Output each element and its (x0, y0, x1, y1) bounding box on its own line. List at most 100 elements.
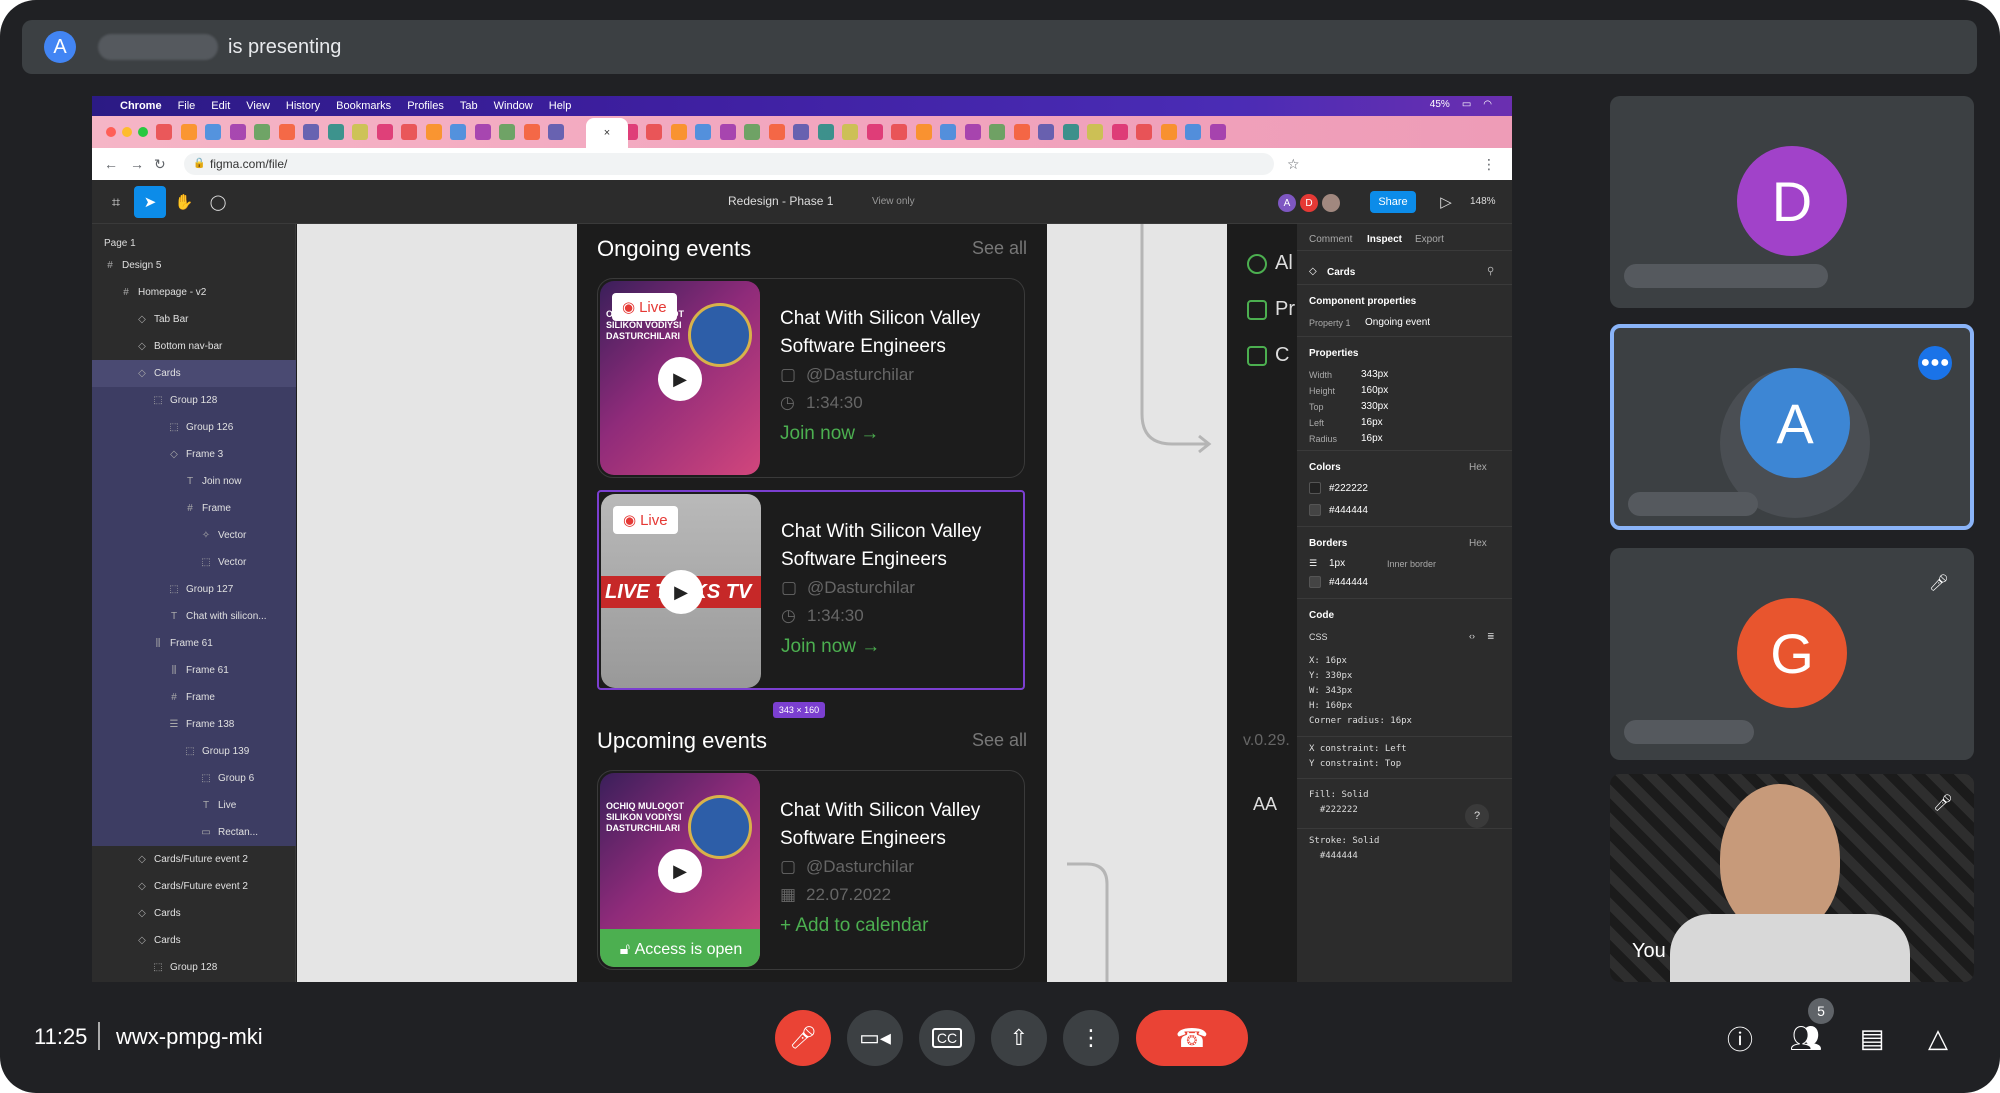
activities-icon[interactable]: △ (1916, 1016, 1960, 1060)
tab-favicon[interactable] (278, 124, 295, 140)
code-view-icon[interactable]: ‹› (1469, 631, 1475, 641)
tab-favicon[interactable] (1111, 124, 1128, 140)
layer-row[interactable]: # Homepage - v2 (92, 279, 296, 306)
captions-button[interactable]: CC (919, 1010, 975, 1066)
layer-row[interactable]: ⬚ Group 127 (92, 576, 296, 603)
color-value[interactable]: #444444 (1329, 505, 1368, 516)
layer-row[interactable]: ✧ Vector (92, 522, 296, 549)
layer-row[interactable]: ⬚ Group 139 (92, 738, 296, 765)
layer-row[interactable]: ◇ Cards/Future event 2 (92, 846, 296, 873)
color-format-select[interactable]: Hex (1469, 462, 1487, 473)
border-color[interactable]: #444444 (1329, 577, 1368, 588)
page-selector[interactable]: Page 1 (104, 238, 136, 249)
tab-favicon[interactable] (474, 124, 491, 140)
tab-favicon[interactable] (670, 124, 687, 140)
url-input[interactable]: 🔒 figma.com/file/ (184, 153, 1274, 175)
layer-row[interactable]: T Join now (92, 468, 296, 495)
layer-row[interactable]: ⬚ Group 6 (92, 765, 296, 792)
code-language-select[interactable]: CSS (1309, 632, 1328, 642)
join-now-link[interactable]: Join now → (780, 423, 879, 445)
tab-inspect[interactable]: Inspect (1367, 234, 1402, 245)
tab-favicon[interactable] (156, 124, 172, 140)
more-options-button[interactable]: ⋮ (1063, 1010, 1119, 1066)
layer-row[interactable]: ◇ Cards/Future event 2 (92, 873, 296, 900)
tab-favicon[interactable] (229, 124, 246, 140)
tab-favicon[interactable] (1185, 124, 1201, 140)
tab-favicon[interactable] (940, 124, 956, 140)
star-icon[interactable]: ☆ (1287, 156, 1300, 173)
play-icon[interactable]: ▶ (658, 357, 702, 401)
zoom-level[interactable]: 148% (1470, 196, 1496, 207)
tab-favicon[interactable] (891, 124, 907, 140)
tab-favicon[interactable] (866, 124, 883, 140)
collaborator-avatar-photo[interactable] (1322, 194, 1340, 212)
help-icon[interactable]: ? (1465, 804, 1489, 828)
chat-icon[interactable]: ▤ (1850, 1016, 1894, 1060)
present-icon[interactable]: ▷ (1430, 186, 1462, 218)
tab-favicon[interactable] (793, 124, 809, 140)
layer-row[interactable]: ◇ Bottom nav-bar (92, 333, 296, 360)
tab-favicon[interactable] (548, 124, 564, 140)
tab-favicon[interactable] (499, 124, 515, 140)
participant-tile[interactable]: D (1610, 96, 1974, 308)
text-size-icon[interactable]: AA (1253, 794, 1277, 815)
tab-favicon[interactable] (376, 124, 393, 140)
code-block[interactable]: Stroke: Solid #444444 (1309, 834, 1379, 864)
tab-favicon[interactable] (450, 124, 466, 140)
hand-tool-icon[interactable]: ✋ (168, 186, 200, 218)
collaborator-avatar[interactable]: A (1278, 194, 1296, 212)
property-value[interactable]: 16px (1361, 433, 1383, 444)
tab-favicon[interactable] (523, 124, 540, 140)
layer-row[interactable]: ◇ Cards (92, 360, 296, 387)
layer-row[interactable]: ⬚ Vector (92, 549, 296, 576)
border-format-select[interactable]: Hex (1469, 538, 1487, 549)
code-block[interactable]: X constraint: Left Y constraint: Top (1309, 742, 1407, 772)
active-tab[interactable]: × (586, 118, 628, 148)
play-icon[interactable]: ▶ (658, 849, 702, 893)
move-tool-icon[interactable]: ➤ (134, 186, 166, 218)
tab-favicon[interactable] (1136, 124, 1152, 140)
leave-call-button[interactable]: ☎ (1136, 1010, 1248, 1066)
see-all-link[interactable]: See all (972, 730, 1027, 751)
tab-favicon[interactable] (1087, 124, 1103, 140)
layer-row[interactable]: ⬚ Group 126 (92, 414, 296, 441)
tab-comment[interactable]: Comment (1309, 234, 1352, 245)
tab-favicon[interactable] (989, 124, 1005, 140)
file-title[interactable]: Redesign - Phase 1 (728, 194, 833, 208)
layer-row[interactable]: # Design 5 (92, 252, 296, 279)
tab-favicon[interactable] (1062, 124, 1079, 140)
tab-favicon[interactable] (254, 124, 270, 140)
copy-code-icon[interactable]: ≣ (1487, 631, 1495, 642)
forward-icon[interactable]: → (130, 156, 144, 172)
tab-favicon[interactable] (1013, 124, 1030, 140)
layer-row[interactable]: T Chat with silicon... (92, 603, 296, 630)
tab-favicon[interactable] (964, 124, 981, 140)
property-value[interactable]: 343px (1361, 369, 1388, 380)
layer-row[interactable]: ◇ Cards (92, 900, 296, 927)
tab-favicon[interactable] (719, 124, 736, 140)
meeting-info-icon[interactable]: ⓘ (1718, 1016, 1762, 1060)
event-card[interactable]: OCHIQ MULOQOT SILIKON VODIYSI DASTURCHIL… (597, 278, 1025, 478)
event-card[interactable]: OCHIQ MULOQOT SILIKON VODIYSI DASTURCHIL… (597, 770, 1025, 970)
see-all-link[interactable]: See all (972, 238, 1027, 259)
color-value[interactable]: #222222 (1329, 483, 1368, 494)
tab-favicon[interactable] (180, 124, 197, 140)
layer-row[interactable]: # Frame (92, 495, 296, 522)
tab-favicon[interactable] (695, 124, 711, 140)
kebab-menu-icon[interactable]: ⋮ (1482, 156, 1496, 173)
tab-favicon[interactable] (1160, 124, 1177, 140)
tab-favicon[interactable] (303, 124, 319, 140)
layer-row[interactable]: T Live (92, 792, 296, 819)
layer-row[interactable]: ◇ Cards (92, 927, 296, 954)
collaborator-avatar[interactable]: D (1300, 194, 1318, 212)
tab-close-icon[interactable]: × (604, 127, 610, 139)
reload-icon[interactable]: ↻ (154, 156, 166, 173)
event-card-selected[interactable]: LIVE TALKS TV ◉Live ▶ Chat With Silicon … (597, 490, 1025, 690)
share-button[interactable]: Share (1370, 191, 1416, 213)
layer-row[interactable]: ⬚ Group 128 (92, 387, 296, 414)
code-block[interactable]: X: 16px Y: 330px W: 343px H: 160px Corne… (1309, 654, 1412, 729)
figma-main-menu-icon[interactable]: ⌗ (100, 186, 132, 218)
tab-favicon[interactable] (1038, 124, 1054, 140)
join-now-link[interactable]: Join now → (781, 636, 880, 658)
participant-tile-speaking[interactable]: A ●●● (1610, 324, 1974, 530)
